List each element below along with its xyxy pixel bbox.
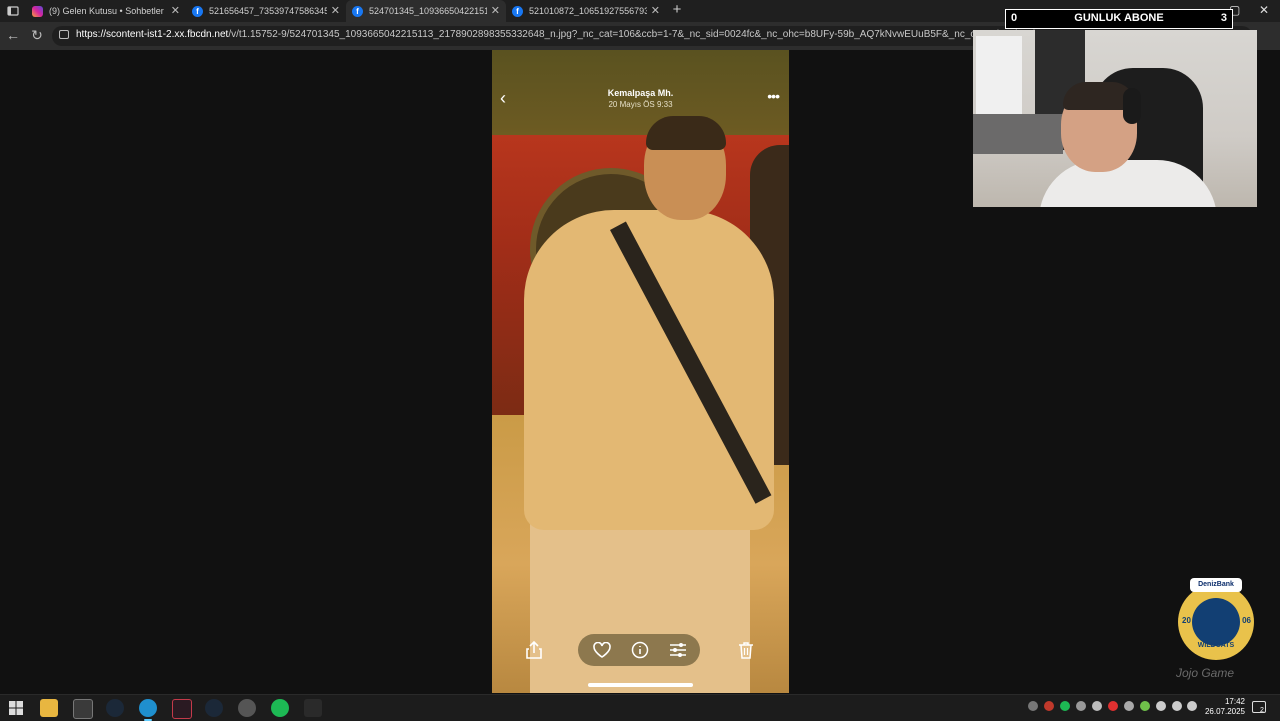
taskbar: 17:42 26.07.2025 2 bbox=[0, 694, 1280, 721]
badge-sponsor: DenizBank bbox=[1190, 578, 1242, 592]
tab-title: 524701345_1093665042215113_ bbox=[369, 6, 487, 16]
home-indicator bbox=[588, 683, 693, 687]
tab-instagram[interactable]: (9) Gelen Kutusu • Sohbetler ✕ bbox=[26, 0, 186, 22]
network-icon[interactable] bbox=[1172, 701, 1182, 711]
tab-facebook-2[interactable]: f 524701345_1093665042215113_ ✕ bbox=[346, 0, 506, 22]
close-icon[interactable]: ✕ bbox=[171, 4, 180, 17]
bed bbox=[973, 114, 1063, 154]
share-icon[interactable] bbox=[519, 635, 549, 665]
clock-date: 26.07.2025 bbox=[1204, 707, 1245, 716]
subscriber-counter: 0 GUNLUK ABONE 3 bbox=[1005, 9, 1233, 29]
headset bbox=[1123, 88, 1141, 124]
counter-right-value: 3 bbox=[1220, 12, 1227, 24]
system-clock[interactable]: 17:42 26.07.2025 bbox=[1199, 697, 1245, 717]
tray-icon[interactable] bbox=[1044, 701, 1054, 711]
valorant-icon[interactable] bbox=[172, 699, 192, 719]
person-torso bbox=[524, 210, 774, 530]
close-window-icon[interactable]: ✕ bbox=[1259, 3, 1269, 17]
badge-year-right: 06 bbox=[1242, 616, 1251, 625]
adjust-icon[interactable] bbox=[663, 635, 693, 665]
instagram-icon bbox=[32, 5, 43, 17]
photo-datetime: 20 Mayıs ÖS 9:33 bbox=[608, 100, 673, 109]
close-icon[interactable]: ✕ bbox=[651, 4, 660, 17]
chrome-icon[interactable] bbox=[238, 699, 256, 717]
steam-icon[interactable] bbox=[106, 699, 124, 717]
close-icon[interactable]: ✕ bbox=[491, 4, 500, 17]
heart-icon[interactable] bbox=[587, 635, 617, 665]
trash-icon[interactable] bbox=[731, 635, 761, 665]
webcam-overlay bbox=[973, 30, 1257, 207]
steam-icon[interactable] bbox=[205, 699, 223, 717]
wall-poster bbox=[976, 36, 1022, 126]
tray-icon[interactable] bbox=[1076, 701, 1086, 711]
photo-location: Kemalpaşa Mh. bbox=[607, 88, 674, 98]
team-badge: DenizBank 20 06 WILDCATS bbox=[1178, 578, 1254, 660]
store-icon[interactable] bbox=[73, 699, 93, 719]
spotify-icon[interactable] bbox=[271, 699, 289, 717]
watermark: Jojo Game bbox=[1176, 666, 1235, 680]
lock-icon[interactable] bbox=[59, 30, 69, 39]
file-explorer-icon[interactable] bbox=[40, 699, 58, 717]
more-dots-icon[interactable]: ••• bbox=[767, 88, 780, 104]
badge-year-left: 20 bbox=[1182, 616, 1191, 625]
tray-icon[interactable] bbox=[1140, 701, 1150, 711]
tray-icon[interactable] bbox=[1092, 701, 1102, 711]
facebook-icon: f bbox=[352, 5, 363, 17]
obs-icon[interactable] bbox=[304, 699, 322, 717]
wildcat-emblem bbox=[1192, 598, 1240, 646]
badge-team-name: WILDCATS bbox=[1197, 642, 1235, 649]
tab-facebook-3[interactable]: f 521010872_1065192755679332_ ✕ bbox=[506, 0, 666, 22]
new-tab-button[interactable]: + bbox=[668, 1, 686, 18]
tab-title: 521010872_1065192755679332_ bbox=[529, 6, 647, 16]
windows-start-icon[interactable] bbox=[7, 699, 25, 717]
close-icon[interactable]: ✕ bbox=[331, 4, 340, 17]
facebook-icon: f bbox=[512, 5, 523, 17]
back-icon[interactable]: ← bbox=[4, 27, 22, 43]
clock-time: 17:42 bbox=[1224, 697, 1245, 706]
photo-viewer: ‹ Kemalpaşa Mh. 20 Mayıs ÖS 9:33 ••• bbox=[492, 50, 789, 693]
counter-label: GUNLUK ABONE bbox=[1074, 12, 1164, 24]
tab-title: 521656457_735397475863456_1 bbox=[209, 6, 327, 16]
tray-icon[interactable] bbox=[1108, 701, 1118, 711]
facebook-icon: f bbox=[192, 5, 203, 17]
url-text: https://scontent-ist1-2.xx.fbcdn.net/v/t… bbox=[76, 29, 1057, 40]
reload-icon[interactable]: ↻ bbox=[28, 27, 46, 44]
tray-icon[interactable] bbox=[1060, 701, 1070, 711]
tab-actions-icon[interactable] bbox=[6, 4, 20, 18]
tray-icon[interactable] bbox=[1124, 701, 1134, 711]
edge-icon[interactable] bbox=[139, 699, 157, 721]
volume-icon[interactable] bbox=[1187, 701, 1197, 711]
tab-facebook-1[interactable]: f 521656457_735397475863456_1 ✕ bbox=[186, 0, 346, 22]
info-icon[interactable] bbox=[625, 635, 655, 665]
tray-icon[interactable] bbox=[1028, 701, 1038, 711]
person-hair bbox=[646, 116, 726, 150]
tab-title: (9) Gelen Kutusu • Sohbetler bbox=[49, 6, 164, 16]
notification-count: 2 bbox=[1260, 707, 1264, 714]
microphone-icon[interactable] bbox=[1156, 701, 1166, 711]
